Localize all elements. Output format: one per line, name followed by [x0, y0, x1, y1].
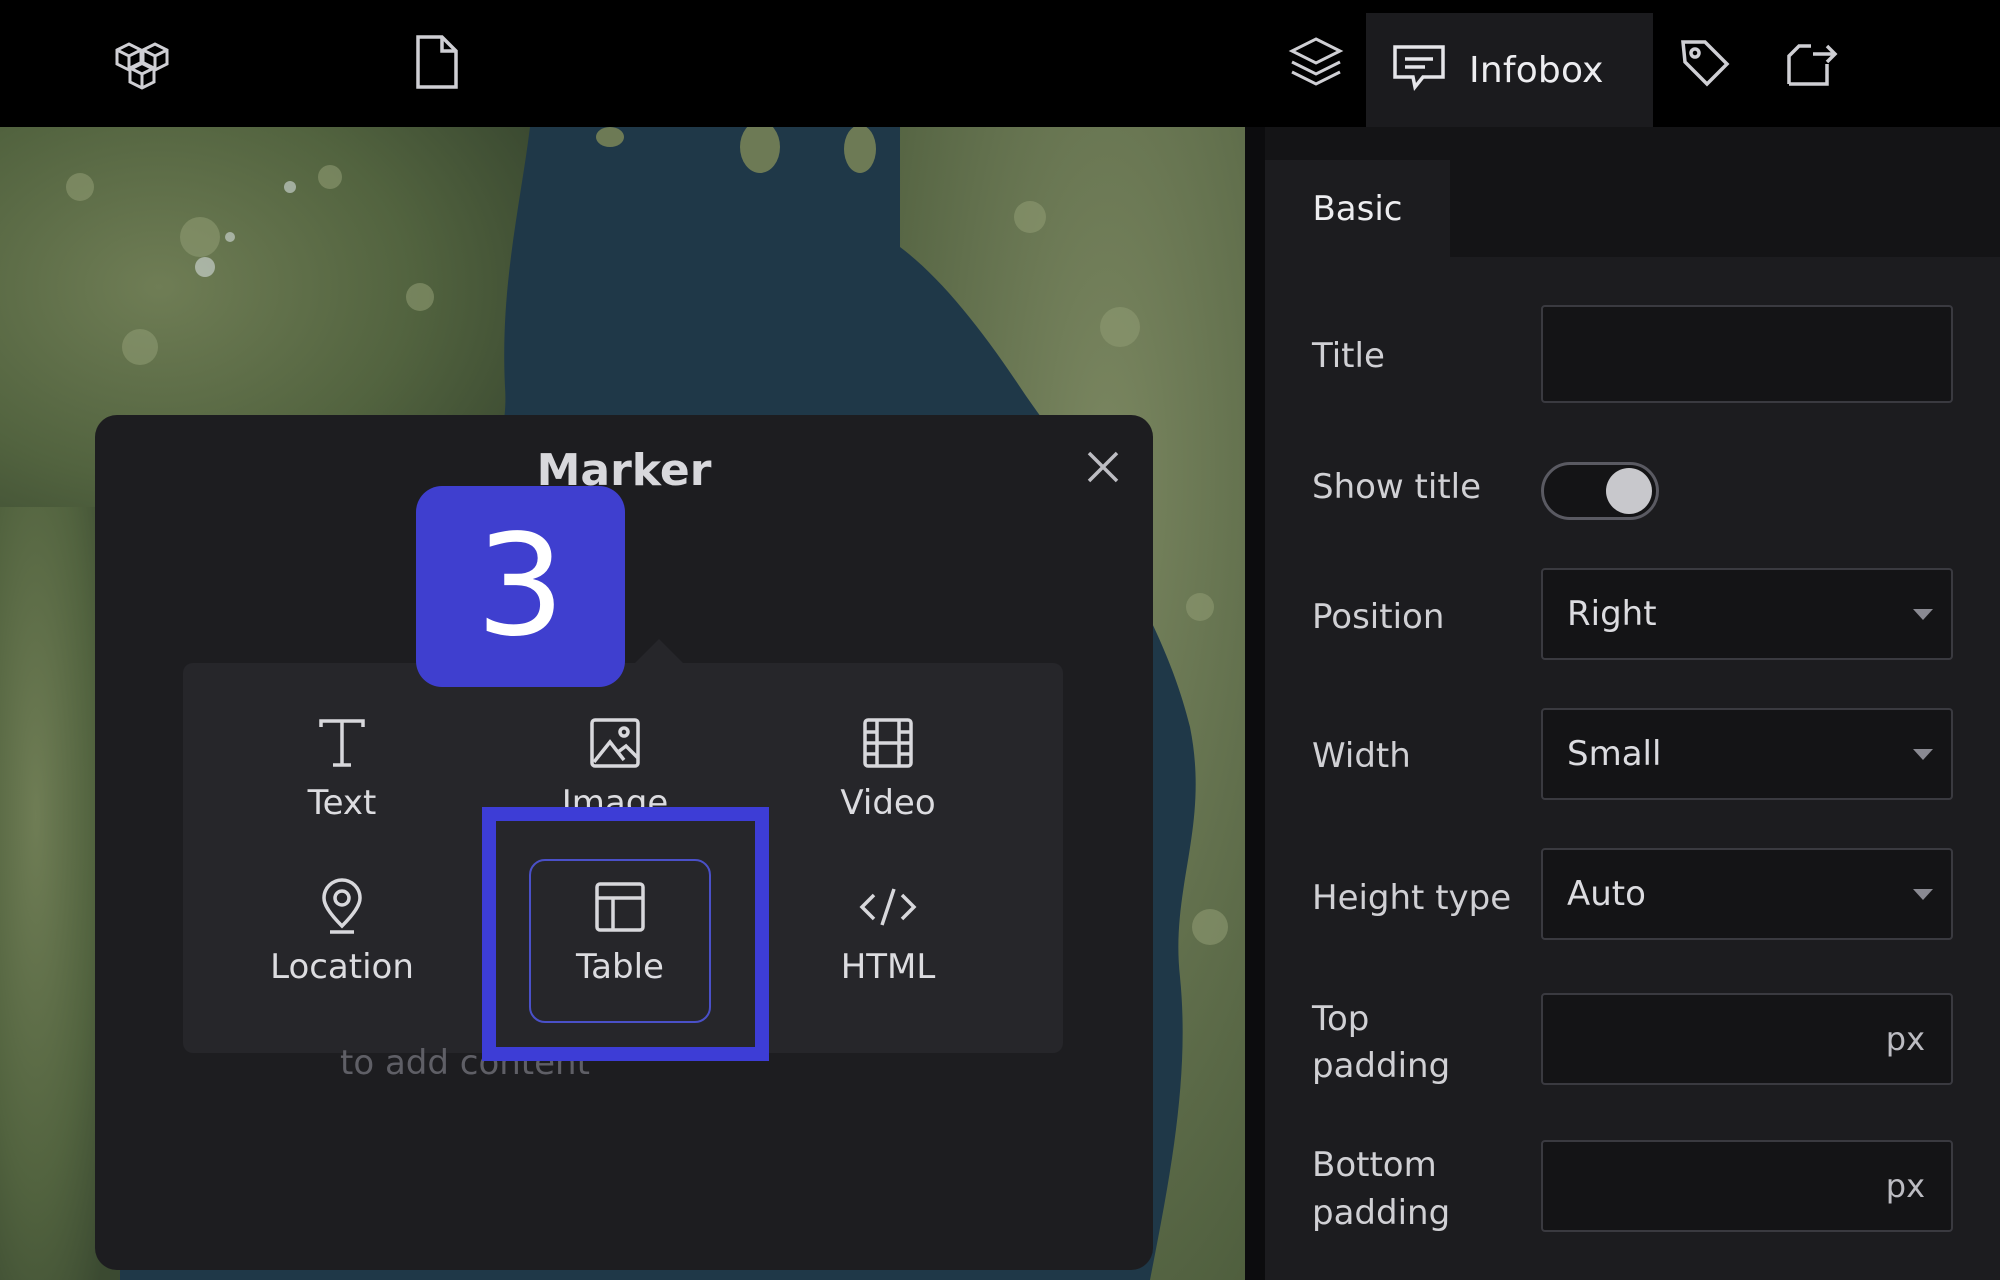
- step-number-badge: 3: [416, 486, 625, 687]
- title-input[interactable]: [1541, 305, 1953, 403]
- tab-infobox-label: Infobox: [1469, 49, 1604, 91]
- show-title-label: Show title: [1312, 467, 1482, 507]
- location-icon: [318, 877, 366, 937]
- tab-infobox[interactable]: Infobox: [1366, 13, 1653, 127]
- menu-item-location[interactable]: Location: [227, 877, 457, 1017]
- export-icon[interactable]: [1774, 30, 1846, 94]
- image-icon: [588, 713, 642, 773]
- chevron-down-icon: [1913, 889, 1933, 900]
- toggle-knob: [1606, 468, 1652, 514]
- bottom-padding-label-line1: Bottom: [1312, 1145, 1437, 1185]
- show-title-toggle[interactable]: [1541, 462, 1659, 520]
- menu-item-label: Video: [840, 783, 936, 823]
- panel-divider: [1245, 127, 1265, 1280]
- height-type-value: Auto: [1567, 874, 1646, 914]
- bottom-padding-label-line2: padding: [1312, 1193, 1451, 1233]
- position-select[interactable]: Right: [1541, 568, 1953, 660]
- cubes-icon[interactable]: [106, 30, 178, 94]
- top-toolbar: Infobox: [0, 0, 2000, 127]
- infobox-icon: [1391, 43, 1447, 97]
- menu-item-text[interactable]: Text: [227, 713, 457, 853]
- menu-item-video[interactable]: Video: [773, 713, 1003, 853]
- chevron-down-icon: [1913, 749, 1933, 760]
- height-type-select[interactable]: Auto: [1541, 848, 1953, 940]
- tab-basic[interactable]: Basic: [1265, 160, 1450, 257]
- bottom-padding-input[interactable]: px: [1541, 1140, 1953, 1232]
- menu-item-label: HTML: [840, 947, 936, 987]
- width-value: Small: [1567, 734, 1662, 774]
- video-icon: [861, 713, 915, 773]
- tag-icon[interactable]: [1669, 30, 1741, 94]
- position-value: Right: [1567, 594, 1657, 634]
- px-unit: px: [1885, 1020, 1925, 1058]
- menu-item-label: Location: [270, 947, 414, 987]
- width-select[interactable]: Small: [1541, 708, 1953, 800]
- chevron-down-icon: [1913, 609, 1933, 620]
- top-padding-input[interactable]: px: [1541, 993, 1953, 1085]
- infobox-panel: Basic Title Show title Position Right Wi…: [1265, 127, 2000, 1280]
- top-padding-label-line2: padding: [1312, 1046, 1451, 1086]
- panel-tabs: Basic: [1265, 127, 2000, 257]
- menu-pointer: [635, 639, 683, 663]
- highlight-box: [482, 807, 769, 1061]
- position-label: Position: [1312, 597, 1445, 637]
- height-type-label: Height type: [1312, 878, 1512, 918]
- px-unit: px: [1885, 1167, 1925, 1205]
- width-label: Width: [1312, 736, 1411, 776]
- menu-item-label: Text: [307, 783, 377, 823]
- top-padding-label-line1: Top: [1312, 999, 1370, 1039]
- dialog-title: Marker: [536, 445, 712, 496]
- layers-icon[interactable]: [1280, 30, 1352, 94]
- title-label: Title: [1312, 336, 1385, 376]
- code-icon: [858, 877, 918, 937]
- close-icon[interactable]: [1081, 445, 1125, 489]
- document-icon[interactable]: [400, 30, 472, 94]
- text-icon: [317, 713, 367, 773]
- menu-item-html[interactable]: HTML: [773, 877, 1003, 1017]
